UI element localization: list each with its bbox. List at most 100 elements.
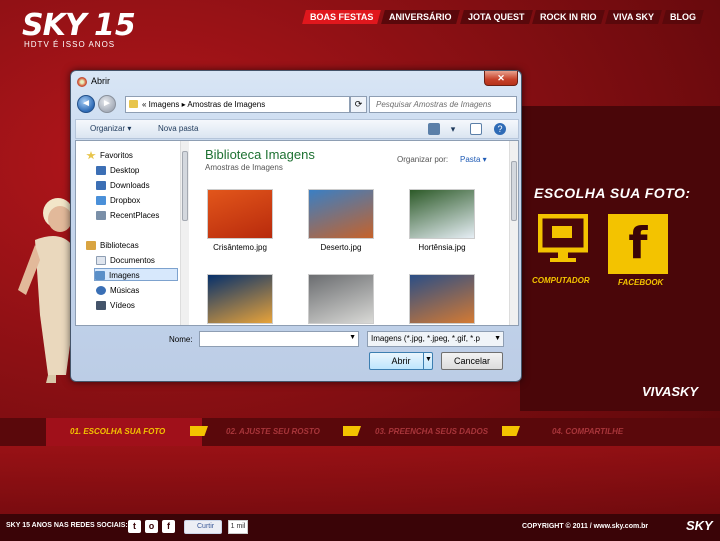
facebook-small-icon[interactable]: f xyxy=(162,520,175,533)
refresh-button[interactable]: ⟳ xyxy=(350,96,367,113)
sidebar-item-videos[interactable]: Vídeos xyxy=(96,299,135,312)
sidebar-favorites[interactable]: Favoritos xyxy=(86,149,133,162)
dropbox-icon xyxy=(96,196,106,205)
navigation-scrollbar[interactable] xyxy=(180,141,189,325)
nav-jota-quest[interactable]: JOTA QUEST xyxy=(460,10,533,24)
sidebar-item-recentplaces[interactable]: RecentPlaces xyxy=(96,209,159,222)
navigation-pane: Favoritos Desktop Downloads Dropbox Rece… xyxy=(76,141,180,325)
facebook-option-label[interactable]: FACEBOOK xyxy=(618,278,663,287)
dialog-content: Favoritos Desktop Downloads Dropbox Rece… xyxy=(75,140,519,326)
nav-blog[interactable]: BLOG xyxy=(662,10,704,24)
facebook-icon: f xyxy=(628,218,648,269)
sidebar-label: Downloads xyxy=(110,181,150,190)
documents-icon xyxy=(96,256,106,265)
twitter-icon[interactable]: t xyxy=(128,520,141,533)
file-thumbnail xyxy=(409,274,475,324)
sidebar-label: Músicas xyxy=(110,286,140,295)
nav-label: ROCK IN RIO xyxy=(540,12,597,22)
nav-label: BLOG xyxy=(670,12,696,22)
sidebar-item-imagens[interactable]: Imagens xyxy=(94,268,178,281)
footer-sky-logo: SKY xyxy=(686,518,713,533)
downloads-icon xyxy=(96,181,106,190)
step-3[interactable]: 03. PREENCHA SEUS DADOS xyxy=(375,418,488,446)
nav-label: ANIVERSÁRIO xyxy=(389,12,452,22)
open-file-dialog: Abrir ✕ ◄ ► « Imagens ▸ Amostras de Imag… xyxy=(70,70,522,382)
back-button[interactable]: ◄ xyxy=(77,95,95,113)
filename-label: Nome: xyxy=(169,335,193,344)
orkut-icon[interactable]: o xyxy=(145,520,158,533)
file-list-area: Biblioteca Imagens Amostras de Imagens O… xyxy=(190,141,518,325)
nav-label: BOAS FESTAS xyxy=(310,12,374,22)
computer-option-icon[interactable] xyxy=(538,214,588,268)
pictures-icon xyxy=(95,271,105,280)
help-icon[interactable]: ? xyxy=(494,123,506,135)
chevron-down-icon[interactable]: ▼ xyxy=(494,332,501,346)
sky-15-logo[interactable]: SKY 15 HDTV É ISSO ANOS xyxy=(22,8,142,49)
sidebar-label: RecentPlaces xyxy=(110,211,160,220)
file-item[interactable]: Deserto.jpg xyxy=(301,189,381,259)
file-list-scrollbar[interactable] xyxy=(509,141,518,325)
filename-input[interactable]: ▼ xyxy=(199,331,359,347)
cancel-button[interactable]: Cancelar xyxy=(441,352,503,370)
sidebar-item-downloads[interactable]: Downloads xyxy=(96,179,150,192)
file-item[interactable]: Crisântemo.jpg xyxy=(200,189,280,259)
chevron-down-icon[interactable]: ▼ xyxy=(349,334,356,341)
nav-viva-sky[interactable]: VIVA SKY xyxy=(605,10,662,24)
new-folder-button[interactable]: Nova pasta xyxy=(158,124,198,133)
nav-label: JOTA QUEST xyxy=(467,12,525,22)
nav-rock-in-rio[interactable]: ROCK IN RIO xyxy=(532,10,605,24)
library-title: Biblioteca Imagens xyxy=(205,147,315,162)
file-thumbnail xyxy=(409,189,475,239)
open-dropdown-icon[interactable]: ▼ xyxy=(423,352,433,370)
choose-photo-title: ESCOLHA SUA FOTO: xyxy=(534,185,691,201)
like-button[interactable]: Curtir xyxy=(184,520,222,534)
avatar-figure-image xyxy=(18,198,74,383)
address-path: « Imagens ▸ Amostras de Imagens xyxy=(142,100,266,109)
background-band xyxy=(0,445,720,515)
dialog-toolbar: Organizar ▾ Nova pasta ▾ ? xyxy=(75,119,519,139)
videos-icon xyxy=(96,301,106,310)
computer-option-label[interactable]: COMPUTADOR xyxy=(532,276,590,285)
arrange-by-dropdown[interactable]: Pasta ▾ xyxy=(460,155,487,164)
sidebar-libraries[interactable]: Bibliotecas xyxy=(86,239,139,252)
libraries-icon xyxy=(86,241,96,250)
scrollbar-thumb[interactable] xyxy=(511,161,517,221)
top-navigation: BOAS FESTAS ANIVERSÁRIO JOTA QUEST ROCK … xyxy=(302,10,704,24)
file-name: Crisântemo.jpg xyxy=(213,243,267,252)
step-4[interactable]: 04. COMPARTILHE xyxy=(552,418,623,446)
library-subtitle: Amostras de Imagens xyxy=(205,163,283,172)
file-type-filter[interactable]: Imagens (*.jpg, *.jpeg, *.gif, *.p ▼ xyxy=(367,331,504,347)
sidebar-item-musicas[interactable]: Músicas xyxy=(96,284,139,297)
desktop-icon xyxy=(96,166,106,175)
sidebar-label: Vídeos xyxy=(110,301,135,310)
sidebar-item-documentos[interactable]: Documentos xyxy=(96,254,155,267)
scrollbar-thumb[interactable] xyxy=(182,151,188,221)
folder-icon xyxy=(129,100,138,108)
nav-boas-festas[interactable]: BOAS FESTAS xyxy=(302,10,382,24)
step-1[interactable]: 01. ESCOLHA SUA FOTO xyxy=(46,418,202,446)
step-2[interactable]: 02. AJUSTE SEU ROSTO xyxy=(226,418,320,446)
copyright-text[interactable]: COPYRIGHT © 2011 / www.sky.com.br xyxy=(522,523,648,530)
organize-menu[interactable]: Organizar ▾ xyxy=(90,124,131,133)
preview-pane-icon[interactable] xyxy=(470,123,482,135)
search-input[interactable]: Pesquisar Amostras de Imagens xyxy=(369,96,517,113)
close-button[interactable]: ✕ xyxy=(484,71,518,86)
sidebar-item-desktop[interactable]: Desktop xyxy=(96,164,139,177)
open-button-label: Abrir xyxy=(391,356,411,366)
forward-button[interactable]: ► xyxy=(98,95,116,113)
logo-number: 15 xyxy=(94,8,136,43)
address-bar[interactable]: « Imagens ▸ Amostras de Imagens xyxy=(125,96,350,113)
file-thumbnail xyxy=(308,274,374,324)
sidebar-label: Desktop xyxy=(110,166,140,175)
view-options-icon[interactable] xyxy=(428,123,440,135)
sidebar-label: Imagens xyxy=(109,271,140,280)
sidebar-item-dropbox[interactable]: Dropbox xyxy=(96,194,140,207)
file-thumbnail xyxy=(207,274,273,324)
file-name: Hortênsia.jpg xyxy=(418,243,466,252)
view-dropdown-icon[interactable]: ▾ xyxy=(447,123,459,135)
file-item[interactable]: Hortênsia.jpg xyxy=(402,189,482,259)
facebook-option-button[interactable]: f xyxy=(608,214,668,274)
browser-app-icon xyxy=(77,77,87,87)
music-icon xyxy=(96,286,106,295)
nav-aniversario[interactable]: ANIVERSÁRIO xyxy=(381,10,460,24)
